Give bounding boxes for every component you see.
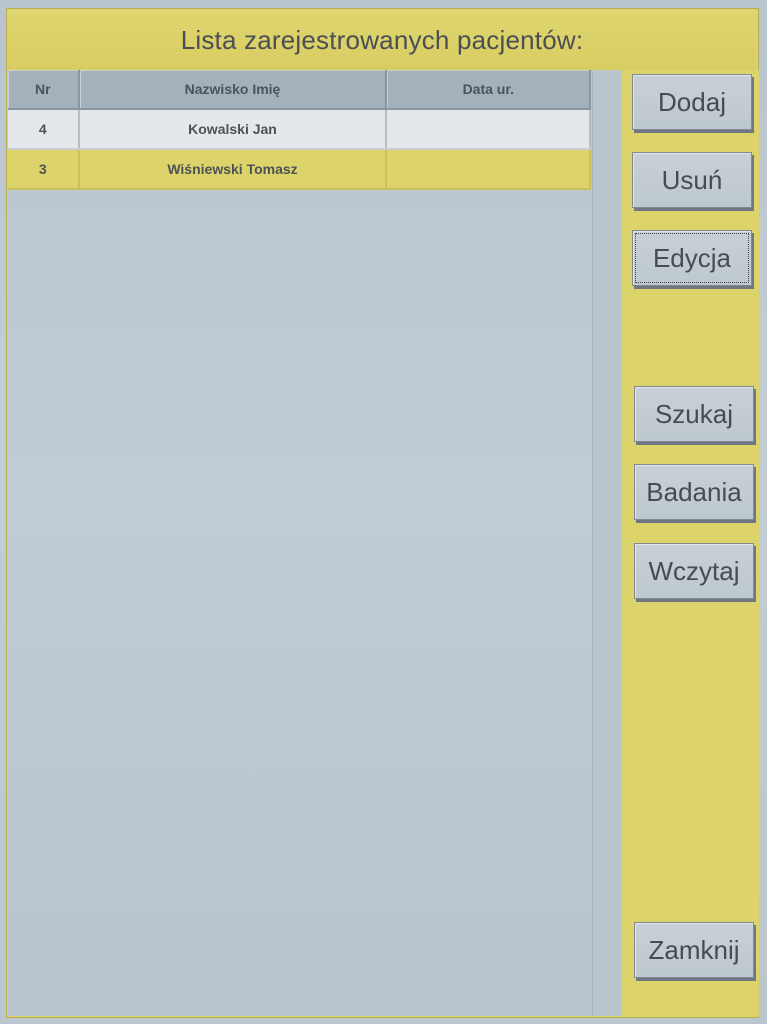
- search-button[interactable]: Szukaj: [634, 386, 754, 442]
- cell-name[interactable]: Wiśniewski Tomasz: [78, 149, 388, 190]
- list-scroll-strip[interactable]: [592, 72, 623, 1016]
- patient-list-area[interactable]: [8, 70, 622, 1016]
- edit-button[interactable]: Edycja: [632, 230, 752, 286]
- load-button[interactable]: Wczytaj: [634, 543, 754, 599]
- column-header-nr[interactable]: Nr: [8, 70, 80, 110]
- exams-button[interactable]: Badania: [634, 464, 754, 520]
- table-row[interactable]: 4 Kowalski Jan: [8, 109, 591, 150]
- close-button[interactable]: Zamknij: [634, 922, 754, 978]
- table-row-selected[interactable]: 3 Wiśniewski Tomasz: [8, 149, 591, 190]
- app-screen: Lista zarejestrowanych pacjentów: Nr Naz…: [0, 0, 767, 1024]
- cell-nr[interactable]: 4: [8, 109, 80, 150]
- add-button[interactable]: Dodaj: [632, 74, 752, 130]
- cell-dob[interactable]: [386, 109, 591, 150]
- page-title: Lista zarejestrowanych pacjentów:: [180, 24, 584, 55]
- table-header-row: Nr Nazwisko Imię Data ur.: [8, 70, 591, 110]
- patient-table[interactable]: Nr Nazwisko Imię Data ur. 4 Kowalski Jan…: [8, 70, 591, 190]
- remove-button[interactable]: Usuń: [632, 152, 752, 208]
- cell-name[interactable]: Kowalski Jan: [78, 109, 388, 150]
- cell-dob[interactable]: [386, 149, 591, 190]
- column-header-name[interactable]: Nazwisko Imię: [78, 70, 388, 110]
- cell-nr[interactable]: 3: [8, 149, 80, 190]
- title-bar: Lista zarejestrowanych pacjentów:: [8, 10, 756, 70]
- column-header-dob[interactable]: Data ur.: [386, 70, 591, 110]
